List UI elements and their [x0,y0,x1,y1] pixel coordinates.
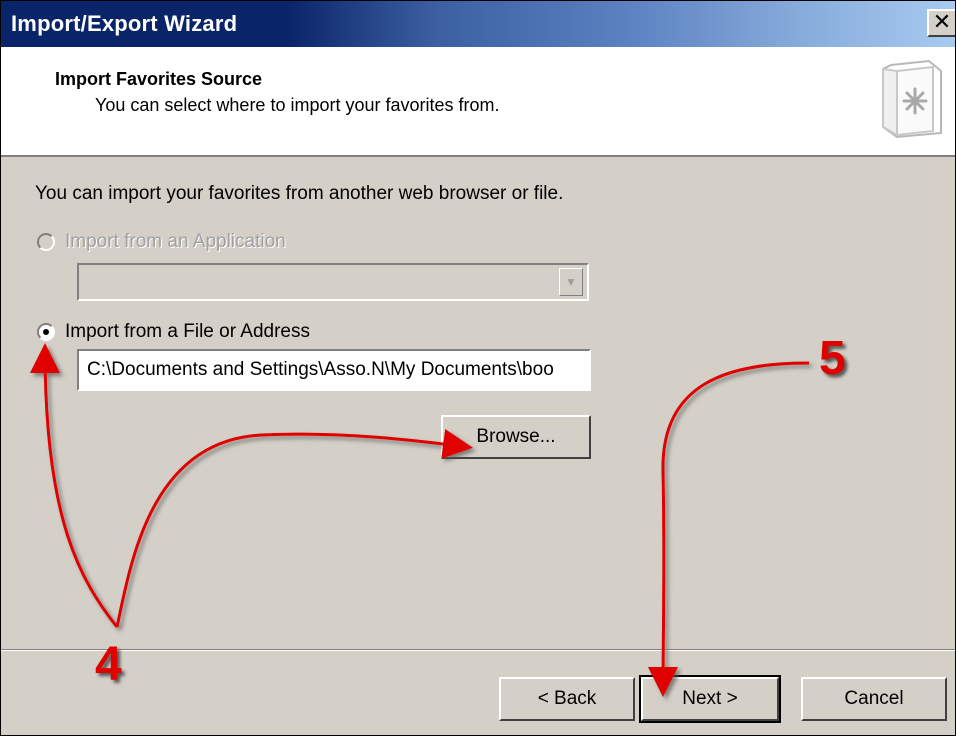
step5-arrow-to-next [648,361,810,697]
step-5-label: 5 [819,332,846,385]
close-icon: ✕ [932,9,952,34]
file-path-input[interactable] [77,349,591,391]
close-button[interactable]: ✕ [927,9,955,37]
next-button[interactable]: Next > [639,675,781,723]
step-4-label: 4 [95,638,122,691]
file-radio-label: Import from a File or Address [65,321,310,342]
window-title: Import/Export Wizard [11,11,238,36]
browse-button[interactable]: Browse... [441,415,591,459]
cancel-button[interactable]: Cancel [801,677,947,721]
application-radio[interactable] [37,233,55,251]
radio-selected-dot [43,329,49,335]
import-from-application-option[interactable]: Import from an Application [37,231,286,253]
step4-arrow-to-browse [115,429,473,628]
import-export-wizard-window: Import/Export Wizard ✕ Import Favorites … [0,0,956,736]
chevron-down-icon[interactable]: ▼ [559,268,583,296]
file-radio[interactable] [37,323,55,341]
title-bar[interactable]: Import/Export Wizard ✕ [1,1,955,47]
footer-separator [1,649,955,651]
favorites-book-icon [882,59,942,139]
back-button[interactable]: < Back [499,677,635,721]
application-radio-label: Import from an Application [65,231,286,252]
application-dropdown[interactable]: ▼ [77,263,589,301]
import-from-file-option[interactable]: Import from a File or Address [37,321,310,343]
wizard-header: Import Favorites Source You can select w… [1,47,955,157]
page-title: Import Favorites Source [55,69,263,89]
intro-text: You can import your favorites from anoth… [35,183,564,204]
page-subtitle: You can select where to import your favo… [95,95,500,115]
